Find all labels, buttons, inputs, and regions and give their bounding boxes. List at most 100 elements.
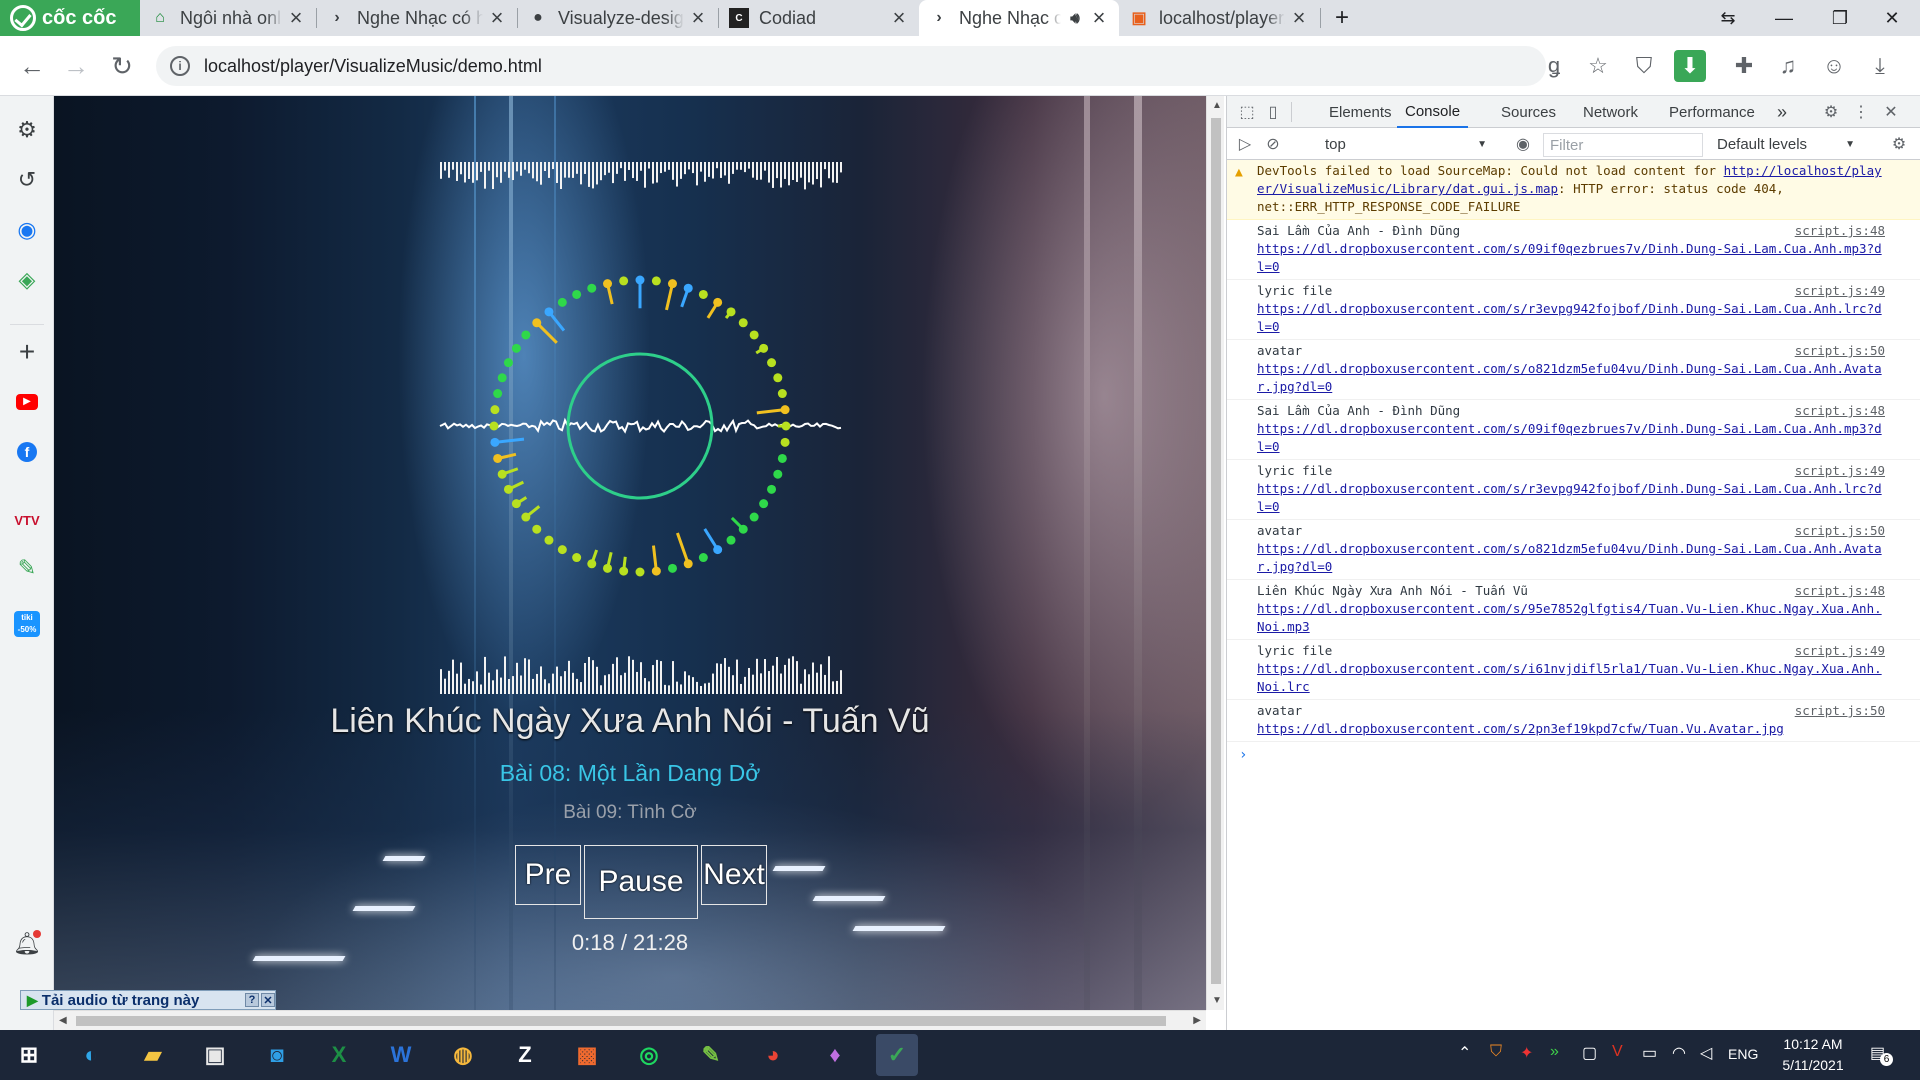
next-button[interactable]: Next	[701, 845, 767, 905]
tiki-icon[interactable]: tiki -50%	[11, 608, 43, 640]
system-clock[interactable]: 10:12 AM 5/11/2021	[1758, 1034, 1868, 1076]
zalo-icon[interactable]: Z	[504, 1034, 546, 1076]
console-url-link[interactable]: https://dl.dropboxusercontent.com/s/09if…	[1257, 241, 1882, 274]
xampp-icon[interactable]: ▩	[566, 1034, 608, 1076]
page-horizontal-scrollbar[interactable]: ◀ ▶	[54, 1010, 1206, 1030]
scroll-up-arrow-icon[interactable]: ▲	[1212, 100, 1222, 111]
speaker-icon[interactable]: 🔊︎	[1065, 8, 1085, 28]
url-text[interactable]: localhost/player/VisualizeMusic/demo.htm…	[204, 56, 542, 77]
facebook-icon[interactable]: f	[11, 436, 43, 468]
inspect-element-icon[interactable]: ⬚	[1235, 100, 1259, 124]
wifi-icon[interactable]: ◠	[1672, 1043, 1686, 1063]
source-link[interactable]: script.js:50	[1795, 702, 1885, 720]
console-prompt[interactable]: ›	[1227, 742, 1920, 764]
tab-1[interactable]: › Nghe Nhạc có hiệu ứng ×	[317, 0, 517, 36]
device-toolbar-icon[interactable]: ▯	[1261, 100, 1285, 124]
windows-start-icon[interactable]: ⊞	[8, 1034, 50, 1076]
file-explorer-icon[interactable]: ▰	[132, 1034, 174, 1076]
spotify-icon[interactable]: ◎	[628, 1034, 670, 1076]
downloads-icon[interactable]: ⤓	[1864, 50, 1896, 82]
console-url-link[interactable]: https://dl.dropboxusercontent.com/s/o821…	[1257, 541, 1882, 574]
profile-icon[interactable]: ☺	[1818, 50, 1850, 82]
notification-bell-icon[interactable]: 🔔︎	[11, 928, 43, 960]
remote-app-icon[interactable]: ◙	[256, 1034, 298, 1076]
devtools-tab-network[interactable]: Network	[1583, 96, 1638, 128]
console-filter-input[interactable]: Filter	[1543, 133, 1703, 157]
coccoc-menu-button[interactable]: cốc cốc	[0, 0, 140, 36]
add-panel-icon[interactable]: +	[11, 336, 43, 368]
tab-close-icon[interactable]: ×	[889, 5, 909, 31]
source-link[interactable]: script.js:50	[1795, 342, 1885, 360]
tab-close-icon[interactable]: ×	[487, 5, 507, 31]
new-tab-button[interactable]: +	[1322, 0, 1362, 36]
tray-arrow-icon[interactable]: »	[1550, 1043, 1559, 1061]
extensions-icon[interactable]: ✚	[1728, 50, 1760, 82]
tray-device-icon[interactable]: ▢	[1582, 1043, 1597, 1063]
address-bar[interactable]: i localhost/player/VisualizeMusic/demo.h…	[156, 46, 1546, 86]
notepad-icon[interactable]: ✎	[690, 1034, 732, 1076]
console-url-link[interactable]: https://dl.dropboxusercontent.com/s/r3ev…	[1257, 481, 1882, 514]
download-green-icon[interactable]: ⬇	[1674, 50, 1706, 82]
scroll-down-arrow-icon[interactable]: ▼	[1212, 995, 1222, 1006]
back-icon[interactable]: ←	[14, 48, 50, 84]
devtools-tab-elements[interactable]: Elements	[1329, 96, 1392, 128]
console-url-link[interactable]: https://dl.dropboxusercontent.com/s/95e7…	[1257, 601, 1882, 634]
console-url-link[interactable]: https://dl.dropboxusercontent.com/s/r3ev…	[1257, 301, 1882, 334]
tab-close-icon[interactable]: ×	[688, 5, 708, 31]
context-selector[interactable]: top ▼	[1321, 133, 1491, 155]
tab-4-active[interactable]: › Nghe Nhạc có hiệu 🔊︎ ×	[919, 0, 1119, 36]
forward-icon[interactable]: →	[58, 48, 94, 84]
tab-close-icon[interactable]: ×	[1289, 5, 1309, 31]
help-button[interactable]: ?	[245, 993, 259, 1007]
tab-search-icon[interactable]: ⇆	[1700, 0, 1756, 36]
history-icon[interactable]: ↺	[11, 164, 43, 196]
gamepad-icon[interactable]: ◈	[11, 264, 43, 296]
scroll-left-arrow-icon[interactable]: ◀	[59, 1015, 67, 1026]
tab-3[interactable]: C Codiad ×	[719, 0, 919, 36]
more-tabs-icon[interactable]: »	[1777, 96, 1787, 128]
vpn-shield-icon[interactable]: ◍	[442, 1034, 484, 1076]
source-link[interactable]: script.js:50	[1795, 522, 1885, 540]
settings-gear-icon[interactable]: ⚙	[11, 114, 43, 146]
devtools-tab-sources[interactable]: Sources	[1501, 96, 1556, 128]
store-icon[interactable]: ▣	[194, 1034, 236, 1076]
action-center-icon[interactable]: ▤ 6	[1870, 1043, 1893, 1066]
devtools-tab-performance[interactable]: Performance	[1669, 96, 1755, 128]
tray-chevron-icon[interactable]: ⌃	[1458, 1043, 1471, 1063]
source-link[interactable]: script.js:49	[1795, 462, 1885, 480]
source-link[interactable]: script.js:48	[1795, 402, 1885, 420]
reload-icon[interactable]: ↻	[104, 48, 140, 84]
maximize-icon[interactable]: ❐	[1812, 0, 1868, 36]
vtv-go-icon[interactable]: VTV	[11, 504, 43, 536]
scroll-right-arrow-icon[interactable]: ▶	[1193, 1015, 1201, 1026]
music-queue-icon[interactable]: ♫	[1772, 50, 1804, 82]
devtools-settings-icon[interactable]: ⚙	[1819, 100, 1843, 124]
tab-close-icon[interactable]: ×	[286, 5, 306, 31]
youtube-icon[interactable]: ▶	[11, 386, 43, 418]
tray-gift-icon[interactable]: ✦	[1520, 1043, 1533, 1063]
paint-drop-icon[interactable]: ♦	[814, 1034, 856, 1076]
close-window-icon[interactable]: ✕	[1864, 0, 1920, 36]
clear-console-icon[interactable]: ⊘	[1261, 132, 1285, 156]
source-link[interactable]: script.js:48	[1795, 582, 1885, 600]
console-url-link[interactable]: https://dl.dropboxusercontent.com/s/i61n…	[1257, 661, 1882, 694]
horizontal-scroll-thumb[interactable]	[76, 1016, 1166, 1026]
maps-pin-icon[interactable]: ✎	[11, 552, 43, 584]
show-sidebar-icon[interactable]: ▷	[1233, 132, 1257, 156]
minimize-icon[interactable]: —	[1756, 0, 1812, 36]
input-language[interactable]: ENG	[1728, 1046, 1758, 1062]
tab-close-icon[interactable]: ×	[1089, 5, 1109, 31]
vertical-scroll-thumb[interactable]	[1211, 118, 1221, 984]
translate-icon[interactable]: ǥ	[1538, 50, 1570, 82]
console-url-link[interactable]: https://dl.dropboxusercontent.com/s/o821…	[1257, 361, 1882, 394]
devtools-tab-console[interactable]: Console	[1397, 96, 1469, 128]
source-link[interactable]: script.js:48	[1795, 222, 1885, 240]
source-link[interactable]: script.js:49	[1795, 642, 1885, 660]
pause-button[interactable]: Pause	[584, 845, 698, 919]
chrome-icon[interactable]: ◕	[752, 1034, 794, 1076]
tray-shield-icon[interactable]: ⛉	[1490, 1043, 1502, 1061]
tab-5[interactable]: ▣ localhost/player/Visual ×	[1119, 0, 1319, 36]
excel-icon[interactable]: X	[318, 1034, 360, 1076]
devtools-menu-icon[interactable]: ⋮	[1849, 100, 1873, 124]
audio-download-bar[interactable]: ▶ Tải audio từ trang này ? ✕	[20, 990, 276, 1010]
